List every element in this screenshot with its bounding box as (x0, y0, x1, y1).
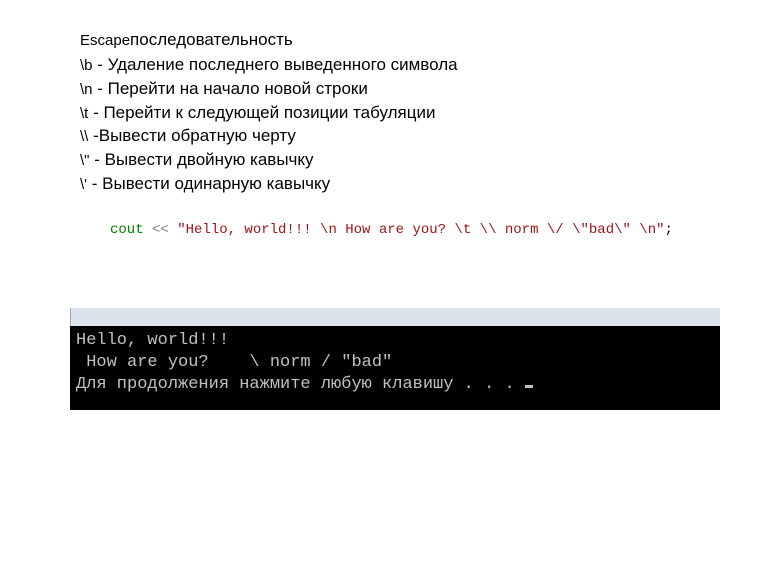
escape-row: \b - Удаление последнего выведенного сим… (80, 53, 768, 77)
escape-row: \n - Перейти на начало новой строки (80, 77, 768, 101)
code-cout: cout (110, 222, 144, 238)
console-output: Hello, world!!! How are you? \ norm / "b… (70, 326, 720, 410)
code-string: "Hello, world!!! \n How are you? \t \\ n… (177, 222, 664, 238)
escape-code: \' (80, 176, 87, 193)
console-line: Hello, world!!! (76, 331, 229, 350)
escape-desc: Вывести одинарную кавычку (102, 174, 330, 193)
console-titlebar (70, 308, 720, 326)
escape-row: \' - Вывести одинарную кавычку (80, 172, 768, 196)
code-sample: cout << "Hello, world!!! \n How are you?… (110, 222, 768, 238)
title-suffix: последовательность (130, 30, 293, 49)
escape-code: \n (80, 81, 93, 98)
escape-row: \t - Перейти к следующей позиции табуляц… (80, 101, 768, 125)
cursor (525, 385, 533, 388)
escape-code: \b (80, 57, 93, 74)
escape-desc: Вывести двойную кавычку (105, 150, 314, 169)
console-window: Hello, world!!! How are you? \ norm / "b… (80, 308, 700, 410)
escape-code: \" (80, 152, 90, 169)
escape-row: \\ -Вывести обратную черту (80, 124, 768, 148)
code-semicolon: ; (665, 222, 673, 238)
escape-desc: Перейти к следующей позиции табуляции (103, 103, 435, 122)
heading: Escapeпоследовательность (80, 30, 768, 50)
escape-desc: Удаление последнего выведенного символа (108, 55, 458, 74)
escape-desc: Перейти на начало новой строки (108, 79, 368, 98)
code-operator: << (144, 222, 178, 238)
escape-row: \" - Вывести двойную кавычку (80, 148, 768, 172)
console-line: How are you? \ norm / "bad" (76, 353, 392, 372)
escape-word: Escape (80, 32, 130, 49)
escape-desc: Вывести обратную черту (99, 126, 296, 145)
console-line: Для продолжения нажмите любую клавишу . … (76, 375, 525, 394)
